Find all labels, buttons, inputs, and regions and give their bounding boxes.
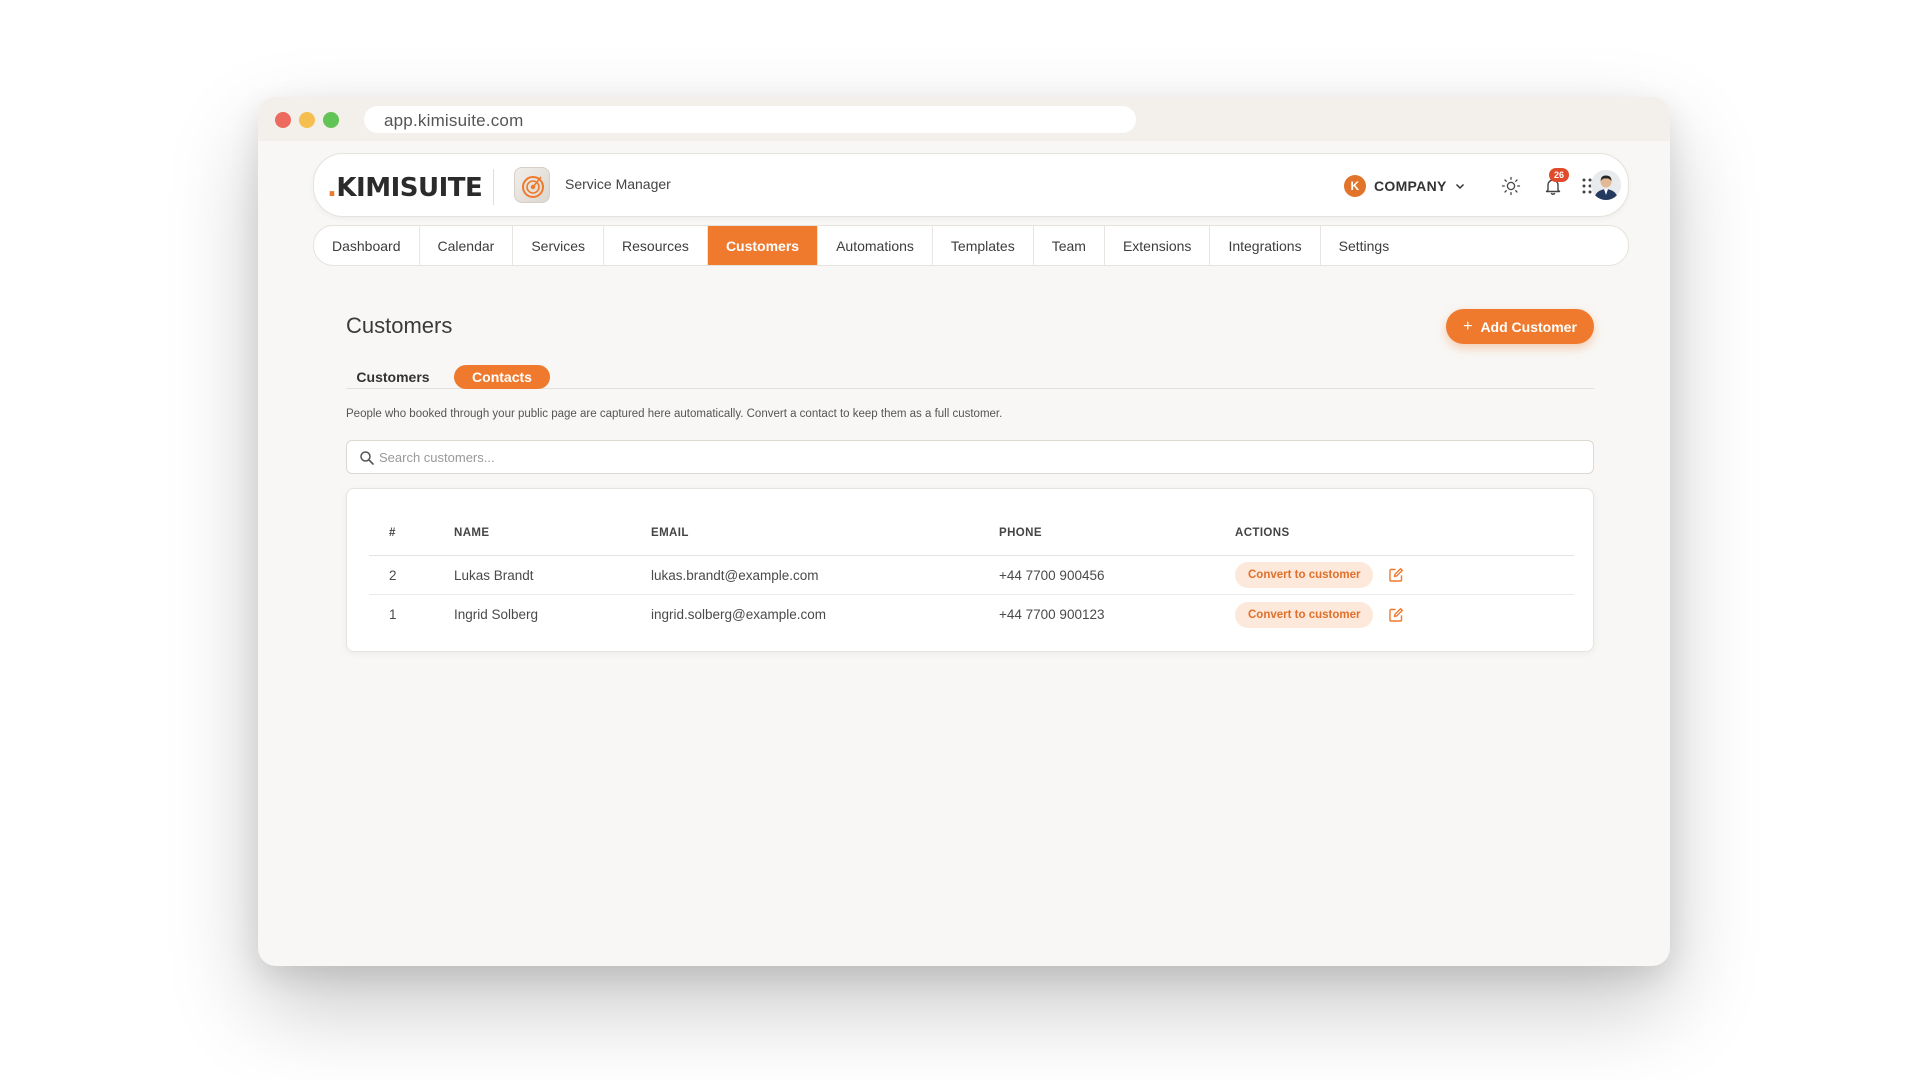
header-name[interactable]: NAME [454,511,489,555]
nav-item-dashboard[interactable]: Dashboard [314,226,420,265]
header-email[interactable]: EMAIL [651,511,689,555]
main-navigation: Dashboard Calendar Services Resources Cu… [313,225,1629,266]
sun-icon [1501,176,1521,196]
header-num: # [389,527,396,539]
row-name: Lukas Brandt [454,567,534,583]
row-email: ingrid.solberg@example.com [651,607,827,622]
row-actions: Convert to customer [1235,595,1405,634]
nav-item-integrations[interactable]: Integrations [1210,226,1321,265]
search-icon [360,451,374,465]
close-window-button[interactable] [275,112,291,128]
table-row: 2 Lukas Brandt lukas.brandt@example.com … [369,556,1574,595]
customer-subtabs: Customers Contacts [346,365,1594,389]
theme-toggle-button[interactable] [1499,174,1523,198]
notifications-button[interactable]: 26 [1541,168,1569,198]
company-switcher[interactable]: K COMPANY [1344,174,1465,198]
header-phone[interactable]: PHONE [999,511,1042,555]
table-row: 1 Ingrid Solberg ingrid.solberg@example.… [369,595,1574,634]
search-input[interactable] [379,441,1579,473]
row-email: lukas.brandt@example.com [651,567,819,583]
nav-item-resources[interactable]: Resources [604,226,708,265]
nav-item-templates[interactable]: Templates [933,226,1034,265]
row-num: 1 [389,607,397,622]
app-name: Service Manager [565,176,671,192]
table-header-row: # NAME EMAIL PHONE ACTIONS [369,511,1574,556]
row-num: 2 [389,567,397,583]
convert-to-customer-button[interactable]: Convert to customer [1235,562,1374,588]
browser-window: app.kimisuite.com .KIMISUITE Service Man… [258,97,1670,966]
tab-customers[interactable]: Customers [346,365,440,389]
nav-item-calendar[interactable]: Calendar [420,226,514,265]
row-phone: +44 7700 900456 [999,567,1105,583]
nav-item-customers[interactable]: Customers [707,226,819,265]
header-actions: ACTIONS [1235,527,1290,539]
nav-item-settings[interactable]: Settings [1321,226,1408,265]
add-customer-button[interactable]: + Add Customer [1446,309,1594,344]
nav-item-team[interactable]: Team [1034,226,1105,265]
minimize-window-button[interactable] [299,112,315,128]
user-avatar[interactable] [1591,170,1621,200]
convert-to-customer-button[interactable]: Convert to customer [1235,601,1374,628]
search-box [346,440,1594,474]
logo-dot: . [327,173,337,203]
contacts-table: # NAME EMAIL PHONE ACTIONS 2 Lukas Brand… [369,511,1574,634]
nav-item-services[interactable]: Services [513,226,605,265]
nav-item-automations[interactable]: Automations [818,226,933,265]
nav-item-extensions[interactable]: Extensions [1105,226,1211,265]
contacts-description: People who booked through your public pa… [346,408,1003,420]
address-bar[interactable]: app.kimisuite.com [364,106,1136,133]
page-title: Customers [346,313,453,338]
service-manager-app-icon[interactable] [514,167,550,203]
tab-contacts[interactable]: Contacts [454,365,550,389]
edit-icon[interactable] [1387,606,1405,624]
add-customer-label: Add Customer [1480,318,1577,335]
row-name: Ingrid Solberg [454,607,539,622]
company-initial-badge: K [1344,175,1366,197]
browser-titlebar: app.kimisuite.com [258,97,1670,141]
edit-icon[interactable] [1387,566,1405,584]
notification-count-badge: 26 [1549,168,1569,182]
logo-text: KIMISUITE [336,173,483,203]
header-divider [493,169,494,205]
kimisuite-logo[interactable]: .KIMISUITE [327,173,483,203]
contacts-table-card: # NAME EMAIL PHONE ACTIONS 2 Lukas Brand… [346,488,1594,652]
company-label: COMPANY [1374,178,1447,194]
chevron-down-icon [1455,183,1464,190]
maximize-window-button[interactable] [323,112,339,128]
row-actions: Convert to customer [1235,556,1405,594]
app-header: .KIMISUITE Service Manager K COMPANY 26 [313,153,1629,217]
plus-icon: + [1463,317,1473,335]
row-phone: +44 7700 900123 [999,607,1105,622]
